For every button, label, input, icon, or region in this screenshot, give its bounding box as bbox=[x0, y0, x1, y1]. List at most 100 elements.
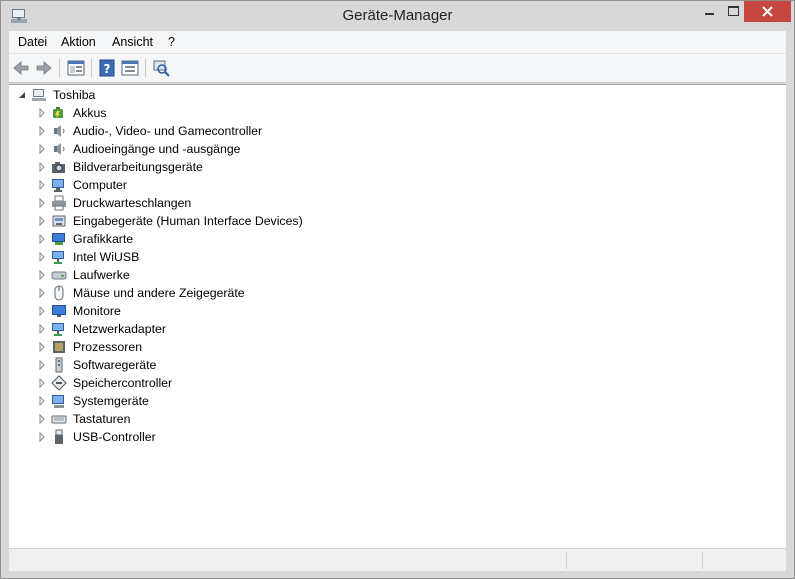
toolbar: ? bbox=[9, 54, 786, 83]
tree-node-category[interactable]: Tastaturen bbox=[37, 410, 357, 428]
expand-arrow-icon[interactable] bbox=[37, 374, 47, 392]
expand-arrow-icon[interactable] bbox=[37, 122, 47, 140]
tree-root-node[interactable]: Toshiba bbox=[17, 86, 217, 104]
tree-node-category[interactable]: Intel WiUSB bbox=[37, 248, 357, 266]
expand-arrow-icon[interactable] bbox=[37, 356, 47, 374]
keyboard-icon bbox=[51, 415, 67, 424]
monitor-icon bbox=[52, 305, 66, 317]
tree-node-label: Bildverarbeitungsgeräte bbox=[73, 160, 203, 174]
close-button[interactable] bbox=[744, 1, 791, 22]
menu-hilfe[interactable]: ? bbox=[168, 35, 175, 49]
expand-arrow-icon[interactable] bbox=[37, 212, 47, 230]
tree-node-label: Audio-, Video- und Gamecontroller bbox=[73, 124, 263, 138]
mouse-icon bbox=[54, 285, 64, 301]
network-icon bbox=[52, 251, 64, 264]
tree-node-label: Mäuse und andere Zeigegeräte bbox=[73, 286, 245, 300]
tree-node-category[interactable]: Druckwarteschlangen bbox=[37, 194, 357, 212]
collapse-arrow-icon[interactable] bbox=[17, 86, 27, 104]
title-bar[interactable]: Geräte-Manager bbox=[1, 1, 794, 31]
tree-node-category[interactable]: Speichercontroller bbox=[37, 374, 357, 392]
expand-arrow-icon[interactable] bbox=[37, 230, 47, 248]
menu-aktion[interactable]: Aktion bbox=[61, 35, 96, 49]
expand-arrow-icon[interactable] bbox=[37, 338, 47, 356]
device-manager-window: Geräte-Manager Datei Aktion Ansicht ? ? … bbox=[0, 0, 795, 579]
status-divider bbox=[702, 552, 703, 569]
tree-node-label: Druckwarteschlangen bbox=[73, 196, 192, 210]
tree-node-label: Akkus bbox=[73, 106, 107, 120]
svg-text:?: ? bbox=[104, 62, 111, 76]
tree-node-label: Systemgeräte bbox=[73, 394, 149, 408]
expand-arrow-icon[interactable] bbox=[37, 392, 47, 410]
expand-arrow-icon[interactable] bbox=[37, 248, 47, 266]
tree-node-label: Laufwerke bbox=[73, 268, 130, 282]
toolbar-separator bbox=[91, 59, 92, 77]
tree-node-label: Eingabegeräte (Human Interface Devices) bbox=[73, 214, 303, 228]
tree-node-category[interactable]: Audio-, Video- und Gamecontroller bbox=[37, 122, 357, 140]
tree-node-label: Grafikkarte bbox=[73, 232, 134, 246]
speaker-icon bbox=[54, 125, 65, 137]
computer-icon bbox=[52, 179, 64, 192]
expand-arrow-icon[interactable] bbox=[37, 176, 47, 194]
expand-arrow-icon[interactable] bbox=[37, 284, 47, 302]
tree-node-category[interactable]: Softwaregeräte bbox=[37, 356, 357, 374]
expand-arrow-icon[interactable] bbox=[37, 320, 47, 338]
help-icon[interactable]: ? bbox=[97, 58, 117, 78]
tree-node-label: Audioeingänge und -ausgänge bbox=[73, 142, 241, 156]
toolbar-separator bbox=[145, 59, 146, 77]
tree-node-label: Tastaturen bbox=[73, 412, 131, 426]
tree-node-label: USB-Controller bbox=[73, 430, 156, 444]
status-divider bbox=[566, 552, 567, 569]
maximize-button[interactable] bbox=[723, 1, 744, 22]
scan-hardware-icon[interactable] bbox=[151, 58, 171, 78]
tree-node-category[interactable]: Mäuse und andere Zeigegeräte bbox=[37, 284, 357, 302]
tree-node-label: Speichercontroller bbox=[73, 376, 173, 390]
printer-icon bbox=[52, 195, 66, 211]
properties-icon[interactable] bbox=[120, 58, 140, 78]
expand-arrow-icon[interactable] bbox=[37, 428, 47, 446]
tree-node-label: Prozessoren bbox=[73, 340, 143, 354]
expand-arrow-icon[interactable] bbox=[37, 410, 47, 428]
toolbar-separator bbox=[59, 59, 60, 77]
expand-arrow-icon[interactable] bbox=[37, 140, 47, 158]
tree-root-label: Toshiba bbox=[53, 88, 96, 102]
minimize-button[interactable] bbox=[696, 1, 723, 22]
menu-datei[interactable]: Datei bbox=[18, 35, 47, 49]
expand-arrow-icon[interactable] bbox=[37, 104, 47, 122]
computer-icon bbox=[32, 89, 46, 101]
tree-node-category[interactable]: Grafikkarte bbox=[37, 230, 357, 248]
expand-arrow-icon[interactable] bbox=[37, 302, 47, 320]
expand-arrow-icon[interactable] bbox=[37, 158, 47, 176]
tree-node-label: Softwaregeräte bbox=[73, 358, 157, 372]
tree-node-label: Monitore bbox=[73, 304, 121, 318]
forward-arrow-icon[interactable] bbox=[34, 58, 54, 78]
display-adapter-icon bbox=[52, 233, 65, 245]
usb-icon bbox=[55, 429, 63, 444]
software-device-icon bbox=[55, 357, 63, 373]
back-arrow-icon[interactable] bbox=[11, 58, 31, 78]
device-tree: Toshiba Akkus Audio-, Video- und Gamecont… bbox=[9, 84, 786, 548]
expand-arrow-icon[interactable] bbox=[37, 266, 47, 284]
tree-node-category[interactable]: Prozessoren bbox=[37, 338, 357, 356]
camera-icon bbox=[52, 162, 65, 173]
tree-node-label: Intel WiUSB bbox=[73, 250, 140, 264]
tree-node-category[interactable]: USB-Controller bbox=[37, 428, 357, 446]
network-icon bbox=[52, 323, 64, 336]
menu-bar: Datei Aktion Ansicht ? bbox=[9, 31, 786, 54]
console-tree-icon[interactable] bbox=[66, 58, 86, 78]
disk-drive-icon bbox=[51, 271, 67, 280]
expand-arrow-icon[interactable] bbox=[37, 194, 47, 212]
tree-node-category[interactable]: Systemgeräte bbox=[37, 392, 357, 410]
tree-node-category[interactable]: Laufwerke bbox=[37, 266, 357, 284]
menu-ansicht[interactable]: Ansicht bbox=[112, 35, 153, 49]
tree-node-category[interactable]: Eingabegeräte (Human Interface Devices) bbox=[37, 212, 357, 230]
tree-node-category[interactable]: Akkus bbox=[37, 104, 357, 122]
tree-node-category[interactable]: Monitore bbox=[37, 302, 357, 320]
tree-node-category[interactable]: Computer bbox=[37, 176, 357, 194]
tree-node-category[interactable]: Bildverarbeitungsgeräte bbox=[37, 158, 357, 176]
storage-controller-icon bbox=[51, 375, 67, 391]
system-device-icon bbox=[52, 395, 64, 408]
tree-node-label: Netzwerkadapter bbox=[73, 322, 166, 336]
battery-icon bbox=[53, 107, 63, 118]
tree-node-category[interactable]: Netzwerkadapter bbox=[37, 320, 357, 338]
tree-node-category[interactable]: Audioeingänge und -ausgänge bbox=[37, 140, 357, 158]
